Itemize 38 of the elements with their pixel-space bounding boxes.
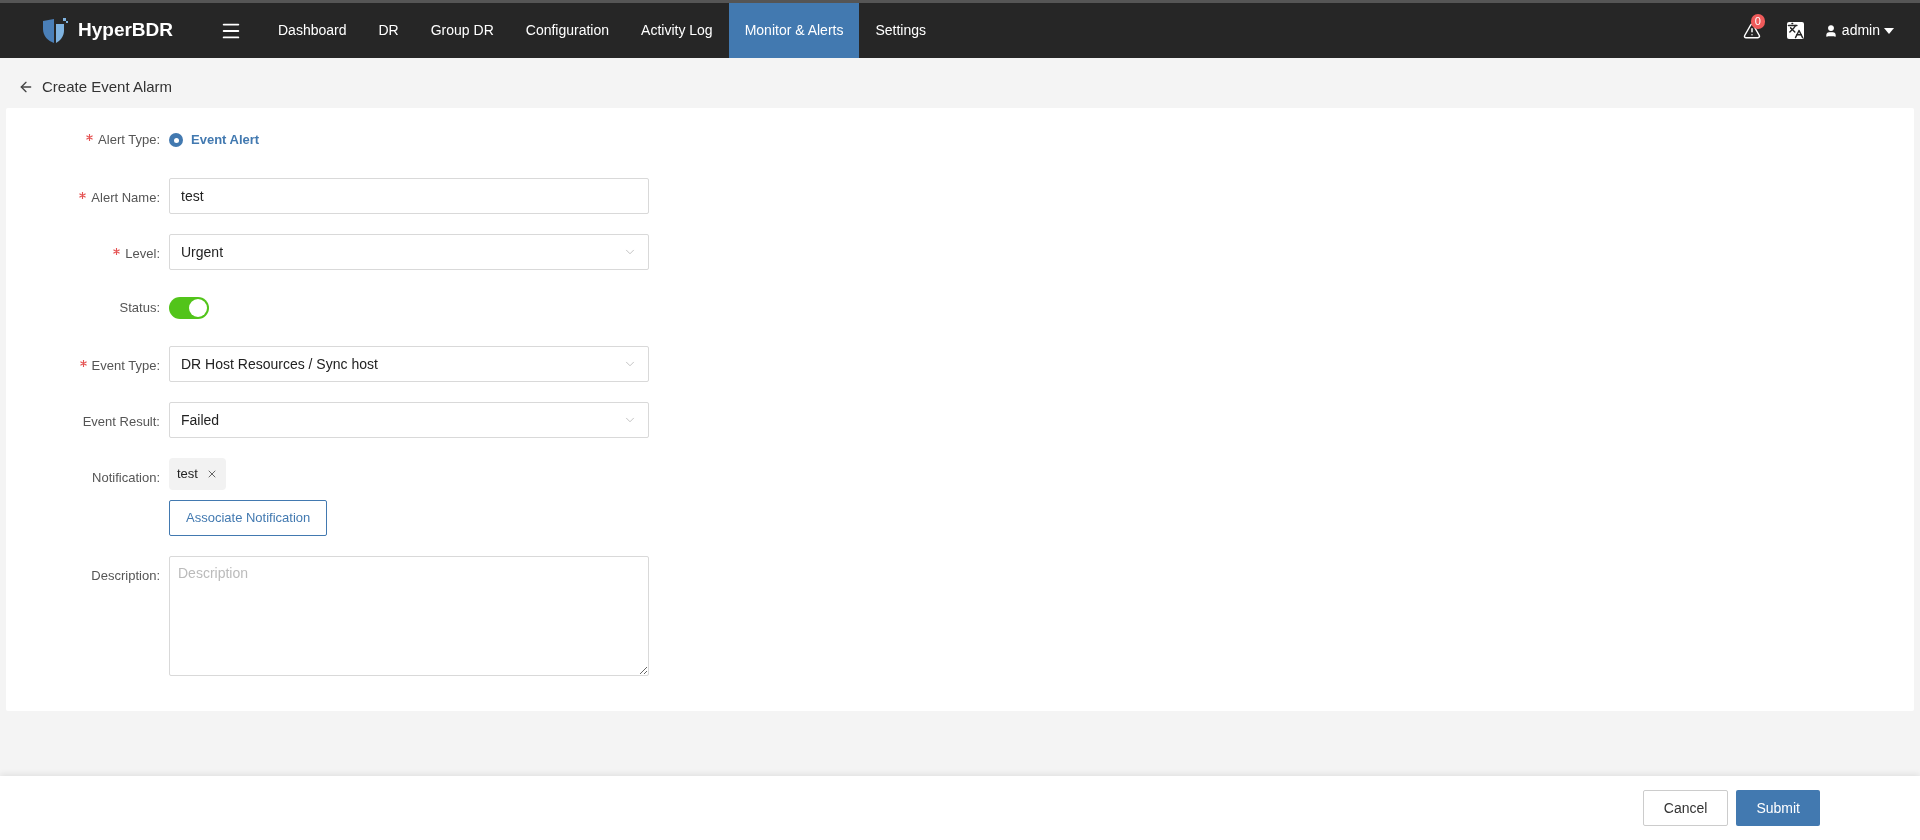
nav-tab[interactable]: Dashboard	[262, 3, 363, 58]
select-field[interactable]: Urgent	[169, 234, 649, 270]
field-label: Event Type:	[79, 356, 160, 376]
caret-down-icon	[1884, 27, 1894, 34]
shield-logo-icon	[40, 15, 70, 46]
user-icon	[1823, 23, 1838, 38]
nav-tab[interactable]: Configuration	[509, 3, 626, 58]
field-label: Level:	[113, 244, 160, 264]
required-mark-icon	[86, 134, 94, 142]
name-input[interactable]: test	[169, 178, 649, 214]
nav-tab[interactable]: Activity Log	[625, 3, 729, 58]
required-mark-icon	[113, 248, 121, 255]
nav-tab[interactable]: Monitor & Alerts	[728, 3, 860, 58]
required-mark-icon	[79, 360, 87, 367]
field-label: Notification:	[92, 469, 160, 487]
select-field[interactable]: Failed	[169, 402, 649, 438]
field-label: Alert Name:	[79, 188, 160, 208]
nav-tab[interactable]: Settings	[859, 3, 943, 58]
translate-icon[interactable]	[1786, 22, 1804, 39]
associate-notification-button[interactable]: Associate Notification	[169, 500, 328, 536]
description-textarea[interactable]: Description	[169, 556, 649, 676]
nav-tab[interactable]: DR	[362, 3, 415, 58]
radio-option[interactable]: Event Alert	[169, 130, 260, 150]
required-mark-icon	[79, 192, 87, 199]
field-label: Event Result:	[82, 413, 160, 431]
status-toggle[interactable]	[169, 297, 209, 319]
page-title: Create Event Alarm	[42, 76, 173, 97]
field-label: Alert Type:	[86, 130, 160, 150]
field-label: Description:	[91, 567, 160, 585]
cancel-button[interactable]: Cancel	[1642, 790, 1729, 826]
alert-count-badge: 0	[1750, 13, 1765, 29]
brand-name: HyperBDR	[78, 18, 174, 43]
nav-tab[interactable]: Group DR	[414, 3, 510, 58]
field-label: Status:	[119, 299, 160, 318]
submit-button[interactable]: Submit	[1736, 790, 1820, 826]
notification-tag: test	[169, 458, 226, 490]
user-menu[interactable]: admin	[1823, 20, 1894, 41]
select-field[interactable]: DR Host Resources / Sync host	[169, 346, 649, 382]
